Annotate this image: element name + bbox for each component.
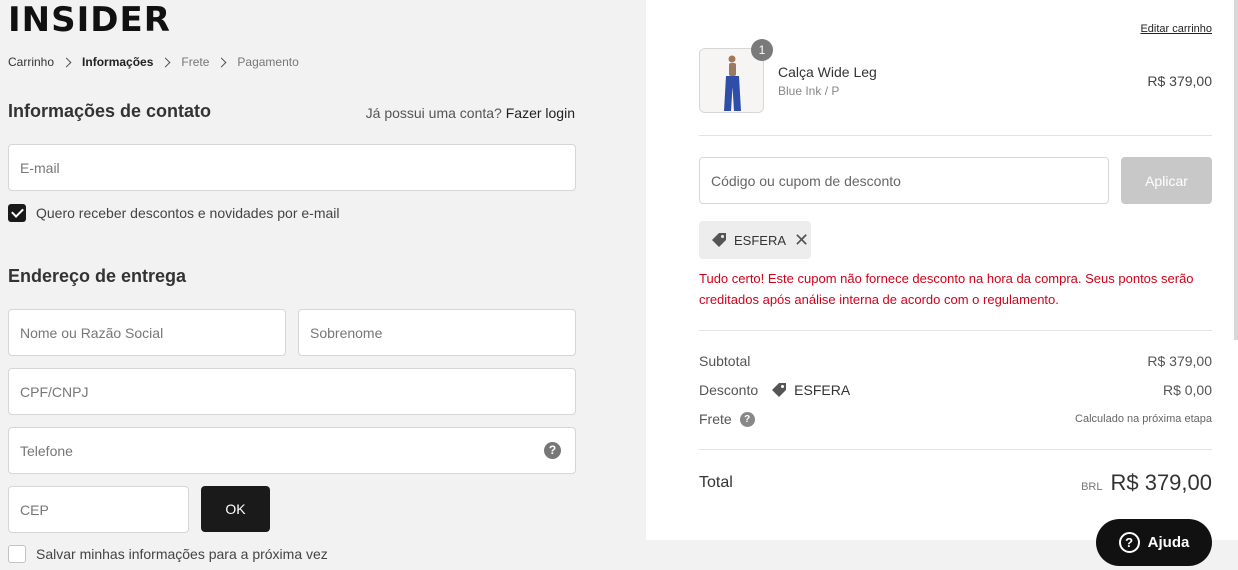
surname-field-wrapper [298,309,576,356]
phone-field-wrapper: ? [8,427,576,474]
save-info-label: Salvar minhas informações para a próxima… [36,546,328,562]
scrollbar[interactable] [1234,0,1238,340]
shipping-section-title: Endereço de entrega [8,266,187,286]
checkout-form-panel: INSIDER Carrinho Informações Frete Pagam… [0,0,646,570]
total-label: Total [699,474,733,491]
close-icon[interactable]: ✕ [794,231,809,249]
subtotal-row: Subtotal R$ 379,00 [699,353,1212,369]
divider [699,135,1212,136]
chevron-right-icon [160,57,171,67]
shipping-value: Calculado na próxima etapa [1075,413,1212,425]
product-name: Calça Wide Leg [778,64,877,80]
breadcrumb: Carrinho Informações Frete Pagamento [8,55,299,69]
divider [699,330,1212,331]
tag-icon [772,383,787,397]
total-row: Total BRL R$ 379,00 [699,470,1212,496]
discount-left: Desconto ESFERA [699,381,850,399]
name-field-wrapper [8,309,286,356]
help-icon[interactable]: ? [544,442,561,459]
apply-coupon-button[interactable]: Aplicar [1121,157,1212,204]
has-account-text: Já possui uma conta? [365,105,502,121]
product-price: R$ 379,00 [1147,73,1212,89]
help-icon[interactable]: ? [739,411,755,427]
help-label: Ajuda [1147,534,1190,551]
cpf-cnpj-field[interactable] [20,369,575,414]
discount-value: R$ 0,00 [1162,382,1212,398]
discount-code: ESFERA [794,382,851,398]
help-button[interactable]: ? Ajuda [1096,519,1212,566]
discount-row: Desconto ESFERA R$ 0,00 [699,381,1212,399]
chevron-right-icon [61,57,72,67]
breadcrumb-cart[interactable]: Carrinho [8,55,54,69]
shipping-label: Frete [699,411,732,427]
tag-icon [712,233,726,247]
divider [699,449,1212,450]
total-amount: BRL R$ 379,00 [1081,470,1212,496]
order-summary-panel: Editar carrinho 1 Calça Wide Leg Blue In… [646,0,1238,570]
save-info-checkbox[interactable] [8,545,26,563]
quantity-badge: 1 [751,39,773,61]
save-info-option[interactable]: Salvar minhas informações para a próxima… [8,545,328,563]
total-value: R$ 379,00 [1110,470,1212,495]
newsletter-label: Quero receber descontos e novidades por … [36,205,340,221]
breadcrumb-payment: Pagamento [237,55,299,69]
subtotal-label: Subtotal [699,353,751,369]
name-field[interactable] [20,310,285,355]
chevron-right-icon [216,57,227,67]
shipping-left: Frete ? [699,411,755,427]
coupon-message: Tudo certo! Este cupom não fornece desco… [699,271,1194,307]
surname-field[interactable] [310,310,575,355]
document-field-wrapper [8,368,576,415]
cep-field[interactable] [20,487,188,532]
brand-logo[interactable]: INSIDER [8,2,171,38]
email-field-wrapper [8,144,576,191]
newsletter-checkbox[interactable] [8,204,26,222]
contact-section-title: Informações de contato [8,101,212,121]
question-icon: ? [1118,532,1140,553]
applied-coupon-code: ESFERA [734,232,787,248]
newsletter-option[interactable]: Quero receber descontos e novidades por … [8,204,340,222]
breadcrumb-shipping: Frete [181,55,210,69]
currency-code: BRL [1081,481,1103,493]
login-prompt: Já possui uma conta? Fazer login [366,105,575,121]
breadcrumb-information: Informações [82,55,154,69]
phone-field[interactable] [20,428,575,473]
discount-label: Desconto [699,382,759,398]
shipping-row: Frete ? Calculado na próxima etapa [699,411,1212,427]
cep-ok-button[interactable]: OK [201,486,270,532]
coupon-field-wrapper [699,157,1109,204]
edit-cart-link[interactable]: Editar carrinho [1140,23,1212,35]
login-link[interactable]: Fazer login [506,105,575,121]
subtotal-value: R$ 379,00 [1147,353,1212,369]
coupon-input[interactable] [711,172,1108,189]
product-variant: Blue Ink / P [778,84,840,98]
applied-coupon-chip: ESFERA ✕ [699,221,811,259]
email-field[interactable] [20,145,575,190]
cep-field-wrapper [8,486,189,533]
